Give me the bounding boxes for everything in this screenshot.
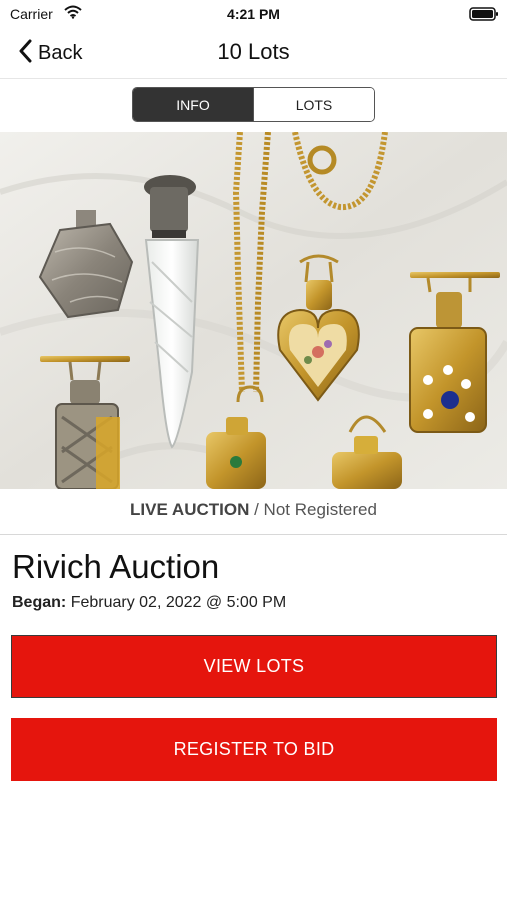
tab-lots[interactable]: LOTS bbox=[253, 88, 374, 121]
began-date: Began: February 02, 2022 @ 5:00 PM bbox=[12, 594, 286, 612]
divider bbox=[0, 534, 507, 535]
status-time: 4:21 PM bbox=[227, 6, 280, 22]
auction-title: Rivich Auction bbox=[12, 548, 220, 585]
began-value: February 02, 2022 @ 5:00 PM bbox=[70, 594, 287, 611]
segmented-control: INFO LOTS bbox=[132, 87, 375, 122]
auction-hero-image bbox=[0, 131, 507, 492]
began-label: Began: bbox=[12, 594, 67, 611]
battery-icon bbox=[469, 7, 499, 26]
status-bar: Carrier 4:21 PM bbox=[0, 0, 507, 28]
auction-status-line: LIVE AUCTION / Not Registered bbox=[0, 500, 507, 520]
view-lots-button[interactable]: VIEW LOTS bbox=[11, 635, 497, 698]
auction-type-label: LIVE AUCTION bbox=[130, 500, 250, 519]
page-title: 10 Lots bbox=[217, 39, 290, 64]
tab-info[interactable]: INFO bbox=[133, 88, 253, 121]
status-separator: / bbox=[249, 500, 264, 519]
register-to-bid-button[interactable]: REGISTER TO BID bbox=[11, 718, 497, 781]
registration-status: Not Registered bbox=[263, 500, 377, 519]
navigation-bar: Back 10 Lots bbox=[0, 28, 507, 79]
